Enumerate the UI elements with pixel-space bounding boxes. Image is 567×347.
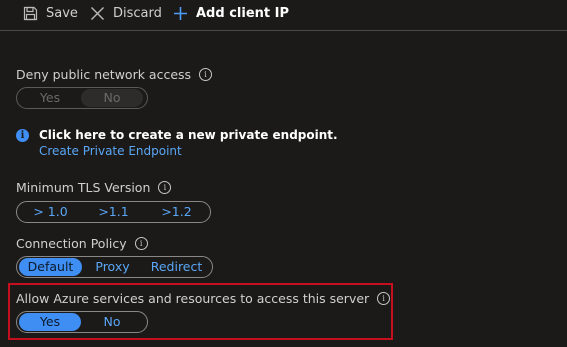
save-label: Save — [46, 5, 78, 21]
info-icon[interactable]: i — [377, 292, 391, 305]
deny-public-access-option-no[interactable]: No — [81, 89, 143, 107]
deny-public-access-option-yes[interactable]: Yes — [19, 89, 81, 107]
info-icon[interactable]: i — [199, 68, 213, 81]
connection-policy-selector[interactable]: Default Proxy Redirect — [16, 256, 213, 278]
info-filled-icon: i — [16, 129, 29, 142]
private-endpoint-message: Click here to create a new private endpo… — [39, 128, 338, 142]
min-tls-option-1-0[interactable]: > 1.0 — [19, 203, 82, 221]
connection-policy-option-default[interactable]: Default — [19, 258, 82, 276]
allow-azure-label-row: Allow Azure services and resources to ac… — [16, 291, 391, 306]
connection-policy-option-proxy[interactable]: Proxy — [82, 258, 143, 276]
add-client-ip-label: Add client IP — [196, 5, 289, 21]
min-tls-label-row: Minimum TLS Version i — [16, 180, 172, 195]
min-tls-selector[interactable]: > 1.0 >1.1 >1.2 — [16, 201, 211, 223]
private-endpoint-info: i Click here to create a new private end… — [16, 128, 338, 158]
discard-button[interactable]: Discard — [90, 3, 162, 23]
discard-label: Discard — [113, 5, 162, 21]
connection-policy-label: Connection Policy — [16, 236, 127, 251]
save-button[interactable]: Save — [23, 3, 78, 23]
add-client-ip-button[interactable]: Add client IP — [173, 3, 289, 23]
deny-public-access-toggle[interactable]: Yes No — [16, 87, 148, 109]
command-bar: Save Discard Add client IP — [0, 0, 567, 31]
min-tls-label: Minimum TLS Version — [16, 180, 151, 195]
close-icon — [91, 6, 104, 20]
min-tls-option-1-1[interactable]: >1.1 — [82, 203, 145, 221]
allow-azure-label: Allow Azure services and resources to ac… — [16, 291, 370, 306]
allow-azure-toggle[interactable]: Yes No — [16, 311, 148, 333]
save-icon — [23, 6, 38, 20]
info-icon[interactable]: i — [158, 181, 172, 194]
connection-policy-option-redirect[interactable]: Redirect — [143, 258, 210, 276]
allow-azure-option-no[interactable]: No — [81, 313, 143, 331]
plus-icon — [174, 6, 187, 20]
connection-policy-label-row: Connection Policy i — [16, 236, 148, 251]
create-private-endpoint-link[interactable]: Create Private Endpoint — [39, 144, 338, 158]
deny-public-access-label-row: Deny public network access i — [16, 67, 213, 82]
allow-azure-option-yes[interactable]: Yes — [19, 313, 81, 331]
deny-public-access-label: Deny public network access — [16, 67, 192, 82]
min-tls-option-1-2[interactable]: >1.2 — [145, 203, 208, 221]
info-icon[interactable]: i — [134, 237, 148, 250]
